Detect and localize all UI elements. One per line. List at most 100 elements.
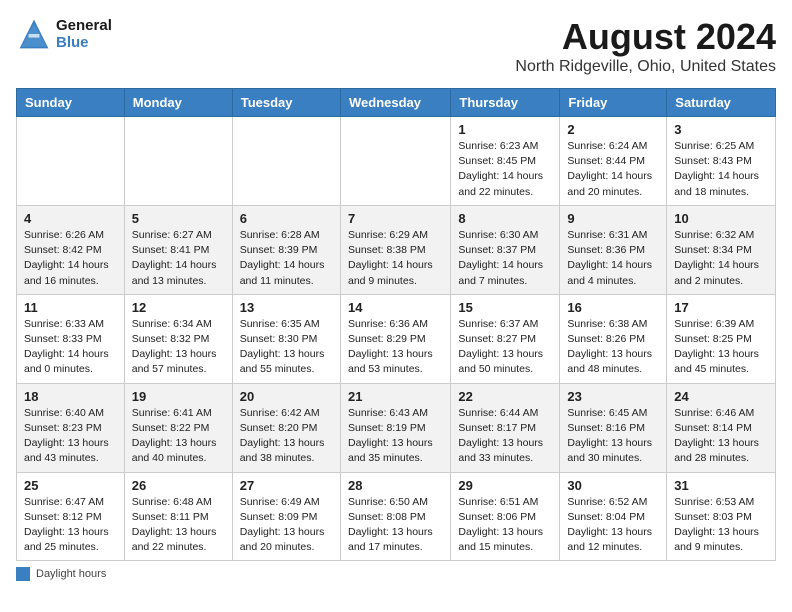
calendar-cell: 7 Sunrise: 6:29 AM Sunset: 8:38 PM Daylig… [340, 205, 450, 294]
day-info: Sunrise: 6:41 AM Sunset: 8:22 PM Dayligh… [132, 406, 225, 467]
calendar-weekday-saturday: Saturday [667, 89, 776, 117]
calendar-cell: 6Sunrise: 6:28 AM Sunset: 8:39 PM Daylig… [232, 205, 340, 294]
calendar-cell: 4 Sunrise: 6:26 AM Sunset: 8:42 PM Daylig… [17, 205, 125, 294]
day-info: Sunrise: 6:31 AM Sunset: 8:36 PM Dayligh… [567, 228, 659, 289]
day-number: 7 [348, 211, 443, 226]
calendar-cell: 14Sunrise: 6:36 AM Sunset: 8:29 PM Dayli… [340, 294, 450, 383]
day-info: Sunrise: 6:30 AM Sunset: 8:37 PM Dayligh… [458, 228, 552, 289]
day-number: 4 [24, 211, 117, 226]
day-info: Sunrise: 6:51 AM Sunset: 8:06 PM Dayligh… [458, 495, 552, 556]
day-info: Sunrise: 6:50 AM Sunset: 8:08 PM Dayligh… [348, 495, 443, 556]
calendar-cell: 20Sunrise: 6:42 AM Sunset: 8:20 PM Dayli… [232, 383, 340, 472]
calendar-cell: 26 Sunrise: 6:48 AM Sunset: 8:11 PM Dayli… [124, 472, 232, 561]
day-info: Sunrise: 6:26 AM Sunset: 8:42 PM Dayligh… [24, 228, 117, 289]
day-number: 21 [348, 389, 443, 404]
day-info: Sunrise: 6:52 AM Sunset: 8:04 PM Dayligh… [567, 495, 659, 556]
day-info: Sunrise: 6:53 AM Sunset: 8:03 PM Dayligh… [674, 495, 768, 556]
calendar-header-row: SundayMondayTuesdayWednesdayThursdayFrid… [17, 89, 776, 117]
day-number: 8 [458, 211, 552, 226]
day-info: Sunrise: 6:46 AM Sunset: 8:14 PM Dayligh… [674, 406, 768, 467]
calendar-cell: 23 Sunrise: 6:45 AM Sunset: 8:16 PM Dayli… [560, 383, 667, 472]
day-info: Sunrise: 6:33 AM Sunset: 8:33 PM Dayligh… [24, 317, 117, 378]
day-number: 11 [24, 300, 117, 315]
calendar-cell: 12 Sunrise: 6:34 AM Sunset: 8:32 PM Dayli… [124, 294, 232, 383]
day-number: 31 [674, 478, 768, 493]
calendar-cell [340, 117, 450, 206]
day-info: Sunrise: 6:29 AM Sunset: 8:38 PM Dayligh… [348, 228, 443, 289]
calendar-week-row: 25Sunrise: 6:47 AM Sunset: 8:12 PM Dayli… [17, 472, 776, 561]
calendar-cell [232, 117, 340, 206]
calendar-cell: 10 Sunrise: 6:32 AM Sunset: 8:34 PM Dayli… [667, 205, 776, 294]
day-info: Sunrise: 6:43 AM Sunset: 8:19 PM Dayligh… [348, 406, 443, 467]
day-number: 6 [240, 211, 333, 226]
logo-icon [16, 16, 52, 52]
calendar-week-row: 18 Sunrise: 6:40 AM Sunset: 8:23 PM Dayli… [17, 383, 776, 472]
day-info: Sunrise: 6:25 AM Sunset: 8:43 PM Dayligh… [674, 139, 768, 200]
calendar-cell: 22 Sunrise: 6:44 AM Sunset: 8:17 PM Dayli… [451, 383, 560, 472]
calendar-cell: 17Sunrise: 6:39 AM Sunset: 8:25 PM Dayli… [667, 294, 776, 383]
day-number: 19 [132, 389, 225, 404]
day-info: Sunrise: 6:39 AM Sunset: 8:25 PM Dayligh… [674, 317, 768, 378]
calendar-weekday-friday: Friday [560, 89, 667, 117]
calendar-cell: 9 Sunrise: 6:31 AM Sunset: 8:36 PM Daylig… [560, 205, 667, 294]
calendar-cell: 19 Sunrise: 6:41 AM Sunset: 8:22 PM Dayli… [124, 383, 232, 472]
calendar-cell: 25Sunrise: 6:47 AM Sunset: 8:12 PM Dayli… [17, 472, 125, 561]
day-number: 15 [458, 300, 552, 315]
calendar-cell: 30 Sunrise: 6:52 AM Sunset: 8:04 PM Dayli… [560, 472, 667, 561]
calendar-cell: 21 Sunrise: 6:43 AM Sunset: 8:19 PM Dayli… [340, 383, 450, 472]
page-header: General Blue August 2024 North Ridgevill… [16, 16, 776, 76]
day-number: 5 [132, 211, 225, 226]
day-number: 1 [458, 122, 552, 137]
day-number: 22 [458, 389, 552, 404]
day-info: Sunrise: 6:23 AM Sunset: 8:45 PM Dayligh… [458, 139, 552, 200]
calendar-weekday-thursday: Thursday [451, 89, 560, 117]
calendar-weekday-monday: Monday [124, 89, 232, 117]
day-number: 27 [240, 478, 333, 493]
day-number: 12 [132, 300, 225, 315]
day-info: Sunrise: 6:40 AM Sunset: 8:23 PM Dayligh… [24, 406, 117, 467]
day-info: Sunrise: 6:47 AM Sunset: 8:12 PM Dayligh… [24, 495, 117, 556]
calendar-cell: 11 Sunrise: 6:33 AM Sunset: 8:33 PM Dayli… [17, 294, 125, 383]
calendar-cell: 24 Sunrise: 6:46 AM Sunset: 8:14 PM Dayli… [667, 383, 776, 472]
day-number: 18 [24, 389, 117, 404]
calendar-cell: 16 Sunrise: 6:38 AM Sunset: 8:26 PM Dayli… [560, 294, 667, 383]
location-title: North Ridgeville, Ohio, United States [515, 58, 776, 76]
day-info: Sunrise: 6:44 AM Sunset: 8:17 PM Dayligh… [458, 406, 552, 467]
day-number: 13 [240, 300, 333, 315]
day-number: 24 [674, 389, 768, 404]
calendar-cell: 27 Sunrise: 6:49 AM Sunset: 8:09 PM Dayli… [232, 472, 340, 561]
calendar-cell: 29Sunrise: 6:51 AM Sunset: 8:06 PM Dayli… [451, 472, 560, 561]
legend-section: Daylight hours [16, 567, 776, 581]
calendar-cell: 31 Sunrise: 6:53 AM Sunset: 8:03 PM Dayli… [667, 472, 776, 561]
day-number: 30 [567, 478, 659, 493]
day-number: 23 [567, 389, 659, 404]
day-info: Sunrise: 6:34 AM Sunset: 8:32 PM Dayligh… [132, 317, 225, 378]
day-number: 16 [567, 300, 659, 315]
calendar-table: SundayMondayTuesdayWednesdayThursdayFrid… [16, 88, 776, 561]
day-info: Sunrise: 6:49 AM Sunset: 8:09 PM Dayligh… [240, 495, 333, 556]
title-section: August 2024 North Ridgeville, Ohio, Unit… [515, 16, 776, 76]
day-info: Sunrise: 6:37 AM Sunset: 8:27 PM Dayligh… [458, 317, 552, 378]
calendar-weekday-sunday: Sunday [17, 89, 125, 117]
day-info: Sunrise: 6:32 AM Sunset: 8:34 PM Dayligh… [674, 228, 768, 289]
day-number: 26 [132, 478, 225, 493]
calendar-cell [17, 117, 125, 206]
day-info: Sunrise: 6:38 AM Sunset: 8:26 PM Dayligh… [567, 317, 659, 378]
day-number: 9 [567, 211, 659, 226]
logo: General Blue [16, 16, 112, 52]
day-number: 28 [348, 478, 443, 493]
calendar-week-row: 11 Sunrise: 6:33 AM Sunset: 8:33 PM Dayli… [17, 294, 776, 383]
calendar-week-row: 4 Sunrise: 6:26 AM Sunset: 8:42 PM Daylig… [17, 205, 776, 294]
day-number: 10 [674, 211, 768, 226]
day-info: Sunrise: 6:42 AM Sunset: 8:20 PM Dayligh… [240, 406, 333, 467]
calendar-weekday-tuesday: Tuesday [232, 89, 340, 117]
calendar-cell: 3Sunrise: 6:25 AM Sunset: 8:43 PM Daylig… [667, 117, 776, 206]
calendar-cell: 1 Sunrise: 6:23 AM Sunset: 8:45 PM Daylig… [451, 117, 560, 206]
day-number: 14 [348, 300, 443, 315]
day-info: Sunrise: 6:48 AM Sunset: 8:11 PM Dayligh… [132, 495, 225, 556]
calendar-cell: 8 Sunrise: 6:30 AM Sunset: 8:37 PM Daylig… [451, 205, 560, 294]
calendar-cell [124, 117, 232, 206]
day-number: 2 [567, 122, 659, 137]
day-info: Sunrise: 6:45 AM Sunset: 8:16 PM Dayligh… [567, 406, 659, 467]
legend-label: Daylight hours [36, 568, 106, 580]
